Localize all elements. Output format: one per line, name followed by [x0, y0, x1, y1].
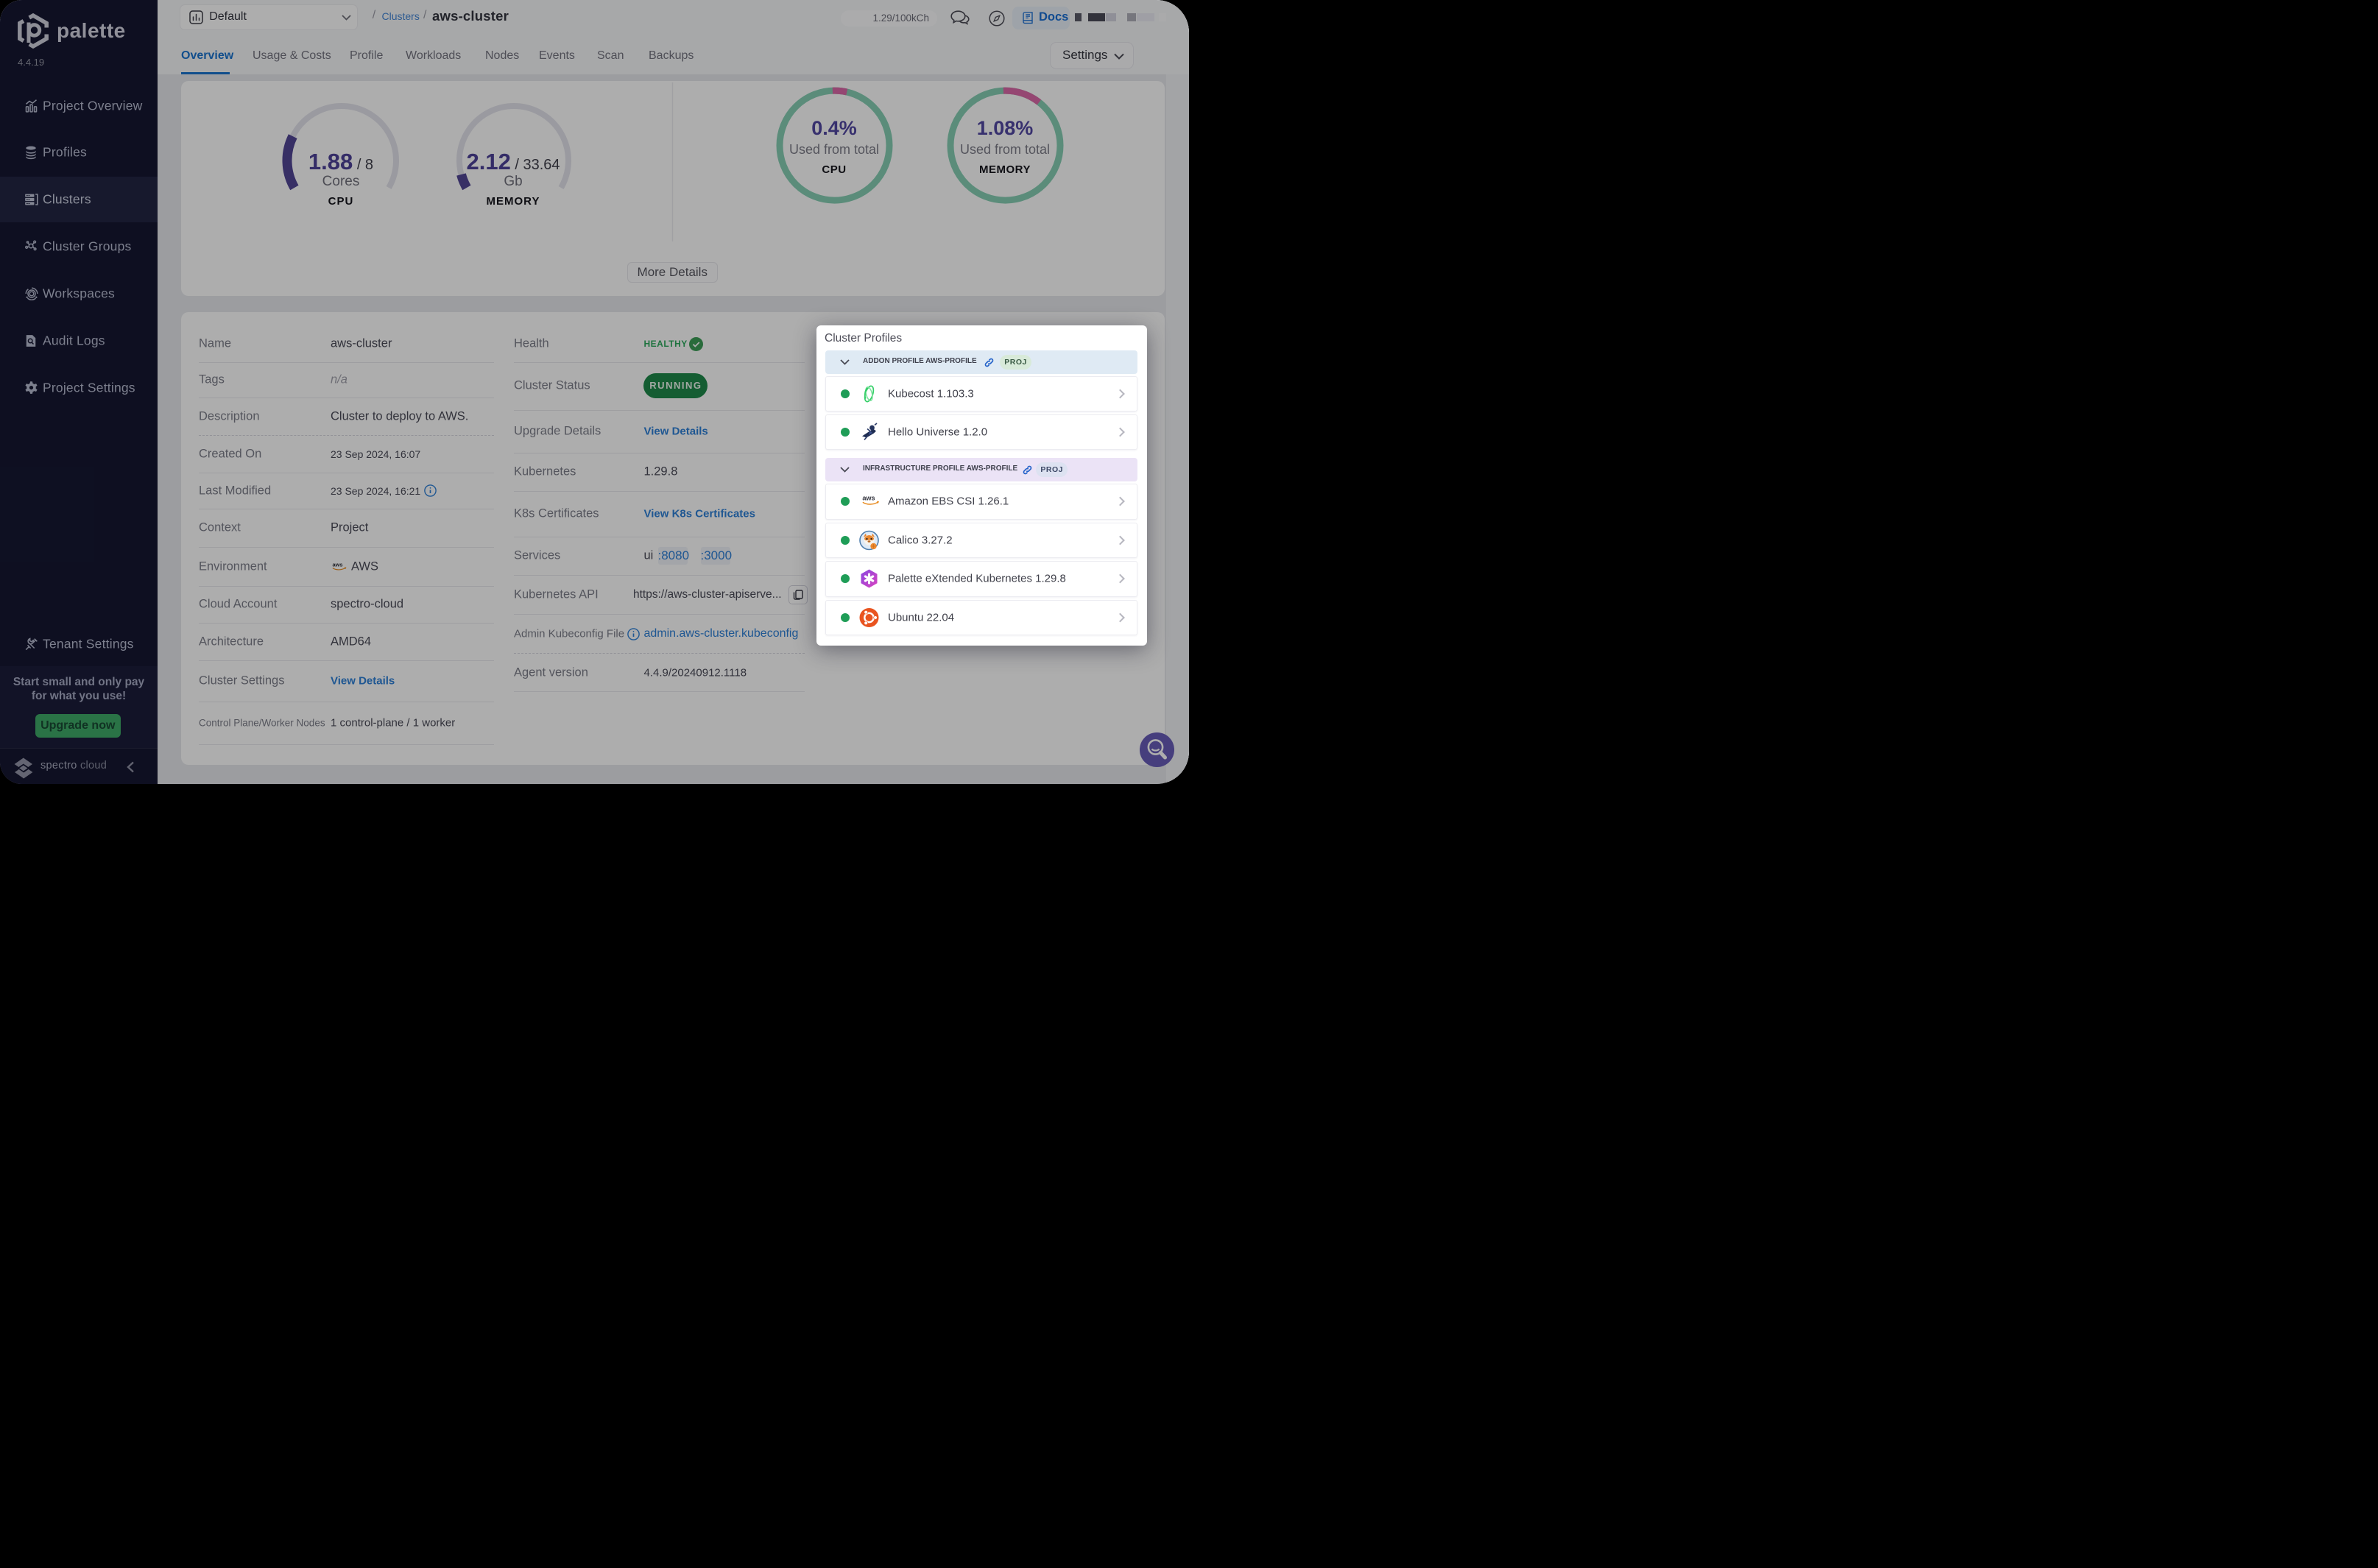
- svg-text:aws: aws: [862, 495, 875, 502]
